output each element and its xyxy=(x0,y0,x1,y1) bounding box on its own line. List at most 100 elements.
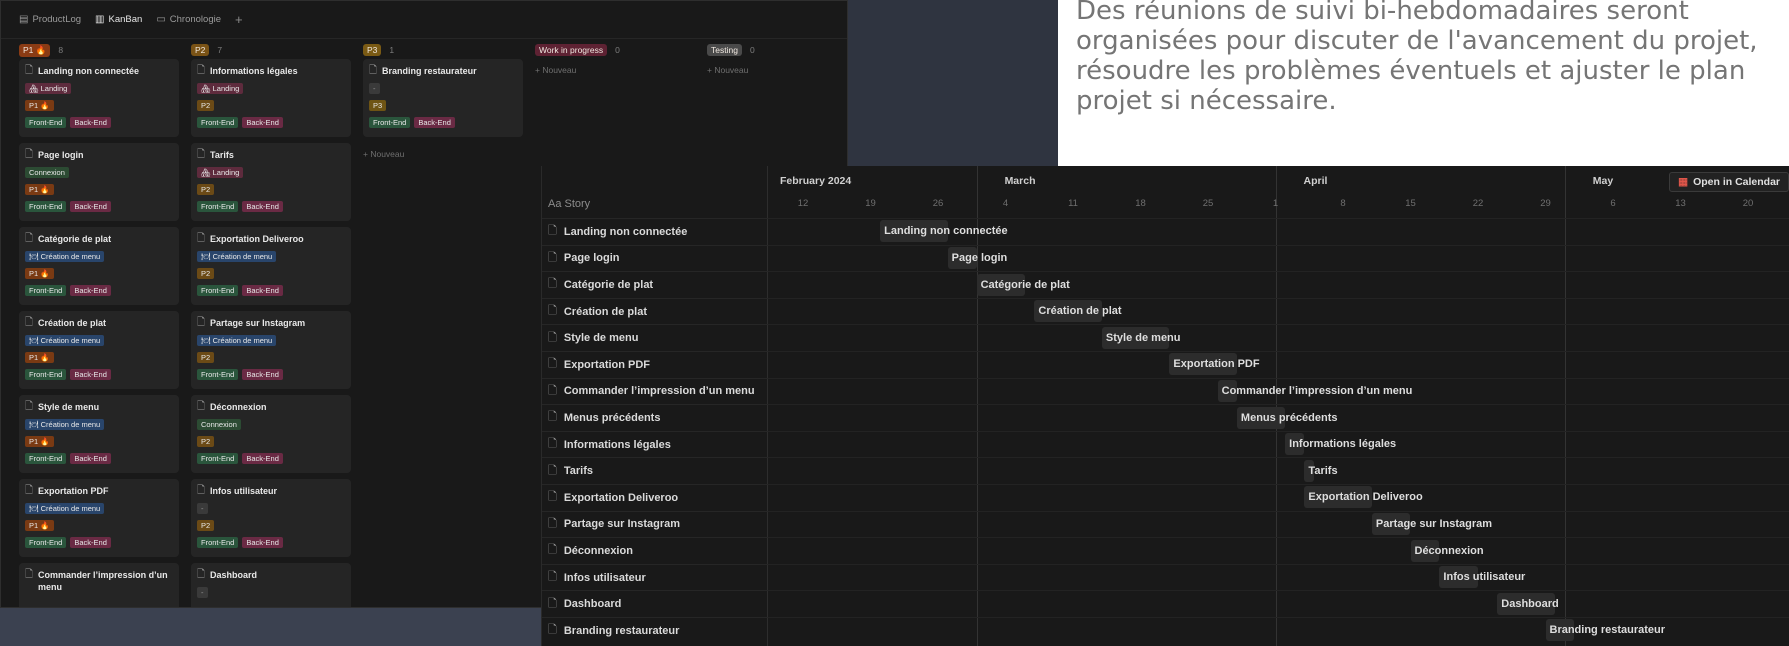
page-icon: 🗋 xyxy=(548,624,557,637)
frontend-tag: Front-End xyxy=(25,453,67,464)
card-title-row: 🗋 Style de menu xyxy=(25,401,173,413)
timeline-bar[interactable]: Déconnexion xyxy=(1410,539,1484,562)
priority-tag: P3 xyxy=(369,100,387,111)
story-row[interactable]: 🗋 Branding restaurateur xyxy=(542,617,768,644)
team-tags: Front-End Back-End xyxy=(197,453,345,464)
story-row[interactable]: 🗋 Landing non connectée xyxy=(542,218,768,245)
story-row[interactable]: 🗋 Dashboard xyxy=(542,590,768,617)
timeline-bar[interactable]: Catégorie de plat xyxy=(976,273,1070,296)
timeline-bar[interactable]: Partage sur Instagram xyxy=(1371,512,1492,535)
story-row[interactable]: 🗋 Catégorie de plat xyxy=(542,271,768,298)
backend-tag: Back-End xyxy=(242,201,283,212)
kanban-card[interactable]: 🗋 Informations légales 🏘 Landing P2 Front-En… xyxy=(191,59,351,137)
bar-label: Infos utilisateur xyxy=(1443,571,1526,584)
timeline-bar[interactable]: Création de plat xyxy=(1034,300,1122,323)
new-card-button[interactable]: + Nouveau xyxy=(707,65,847,75)
story-row[interactable]: 🗋 Style de menu xyxy=(542,324,768,351)
frontend-tag: Front-End xyxy=(369,117,411,128)
timeline-bar[interactable]: Style de menu xyxy=(1101,326,1181,349)
story-row[interactable]: 🗋 Menus précédents xyxy=(542,404,768,431)
story-row[interactable]: 🗋 Tarifs xyxy=(542,457,768,484)
category-tag: - xyxy=(369,83,380,94)
story-row[interactable]: 🗋 Commander l’impression d’un menu xyxy=(542,377,768,405)
new-card-button[interactable]: + Nouveau xyxy=(535,65,695,75)
row-divider xyxy=(768,563,1789,565)
timeline-bar[interactable]: Informations légales xyxy=(1285,433,1397,456)
category-tag: 🍽 Création de menu xyxy=(25,419,105,430)
story-row[interactable]: 🗋 Infos utilisateur xyxy=(542,563,768,591)
column-header[interactable]: Testing 0 xyxy=(707,39,847,61)
category-tag: Connexion xyxy=(25,167,69,178)
story-row[interactable]: 🗋 Page login xyxy=(542,244,768,272)
timeline-bar[interactable]: Tarifs xyxy=(1304,459,1338,482)
story-name: Commander l’impression d’un menu xyxy=(563,385,755,398)
kanban-card[interactable]: 🗋 Branding restaurateur - P3 Front-End Back-E… xyxy=(363,59,523,137)
card-title-row: 🗋 Page login xyxy=(25,149,173,161)
timeline-bar[interactable]: Exportation Deliveroo xyxy=(1304,486,1423,509)
bar-label: Déconnexion xyxy=(1414,544,1484,557)
story-row[interactable]: 🗋 Exportation Deliveroo xyxy=(542,484,768,511)
backend-tag: Back-End xyxy=(242,117,283,128)
category-tag: 🍽 Création de menu xyxy=(25,251,105,262)
story-row[interactable]: 🗋 Exportation PDF xyxy=(542,351,768,378)
tab-kanban[interactable]: ▥ KanBan xyxy=(95,14,142,25)
priority-tags: P2 xyxy=(197,436,345,447)
timeline-bar[interactable]: Branding restaurateur xyxy=(1545,619,1665,642)
column-header[interactable]: P3 1 xyxy=(363,39,523,61)
frontend-tag: Front-End xyxy=(197,201,239,212)
timeline-bar[interactable]: Menus précédents xyxy=(1236,406,1338,429)
kanban-card[interactable]: 🗋 Exportation PDF 🍽 Création de menu P1 🔥 Fr… xyxy=(19,479,179,557)
kanban-card[interactable]: 🗋 Exportation Deliveroo 🍽 Création de menu… xyxy=(191,227,351,305)
add-view-button[interactable]: + xyxy=(235,12,243,27)
week-tick: 12 xyxy=(797,198,809,209)
row-divider xyxy=(768,297,1789,299)
timeline-bar[interactable]: Commander l’impression d’un menu xyxy=(1217,379,1412,402)
kanban-card[interactable]: 🗋 Commander l’impression d’un menu xyxy=(19,563,179,607)
row-divider xyxy=(768,484,1789,485)
card-title: Déconnexion xyxy=(210,402,267,412)
priority-tags: P2 xyxy=(197,184,345,195)
kanban-card[interactable]: 🗋 Déconnexion Connexion P2 Front-End Back-End xyxy=(191,395,351,473)
column-header[interactable]: P2 7 xyxy=(191,39,351,61)
open-in-calendar-button[interactable]: ▦ Open in Calendar xyxy=(1669,172,1789,192)
bar-label: Informations légales xyxy=(1289,438,1397,451)
story-row[interactable]: 🗋 Création de plat xyxy=(542,297,768,325)
priority-tags: P1 🔥 xyxy=(25,100,173,111)
kanban-card[interactable]: 🗋 Catégorie de plat 🍽 Création de menu P1 🔥… xyxy=(19,227,179,305)
priority-tags: P1 🔥 xyxy=(25,268,173,279)
column-count: 8 xyxy=(58,45,64,55)
kanban-column: P2 7 🗋 Informations légales 🏘 Landing P2 Front… xyxy=(191,39,351,607)
column-header[interactable]: Work in progress 0 xyxy=(535,39,695,61)
story-row[interactable]: 🗋 Partage sur Instagram xyxy=(542,510,768,538)
timeline-bar[interactable]: Exportation PDF xyxy=(1169,353,1260,376)
week-tick: 13 xyxy=(1675,198,1686,209)
week-tick: 11 xyxy=(1068,198,1078,209)
category-tags: 🍽 Création de menu xyxy=(197,335,345,346)
story-name: Page login xyxy=(563,252,620,265)
timeline-bar[interactable]: Infos utilisateur xyxy=(1439,566,1526,589)
timeline-bar[interactable]: Page login xyxy=(947,246,1007,269)
card-title-row: 🗋 Branding restaurateur xyxy=(369,65,517,77)
kanban-card[interactable]: 🗋 Page login Connexion P1 🔥 Front-End Back-En… xyxy=(19,143,179,221)
priority-tags: P1 🔥 xyxy=(25,184,173,195)
page-icon: 🗋 xyxy=(25,317,34,328)
column-header[interactable]: P1 🔥 8 xyxy=(19,39,179,61)
kanban-card[interactable]: 🗋 Infos utilisateur - P2 Front-End Back-End xyxy=(191,479,351,557)
tab-productlog[interactable]: ▤ ProductLog xyxy=(19,14,81,25)
kanban-card[interactable]: 🗋 Style de menu 🍽 Création de menu P1 🔥 Fron… xyxy=(19,395,179,473)
timeline-bar[interactable]: Landing non connectée xyxy=(880,220,1008,243)
story-row[interactable]: 🗋 Informations légales xyxy=(542,430,768,458)
kanban-card[interactable]: 🗋 Landing non connectée 🏘 Landing P1 🔥 Front… xyxy=(19,59,179,137)
new-card-button[interactable]: + Nouveau xyxy=(363,149,404,159)
kanban-card[interactable]: 🗋 Tarifs 🏘 Landing P2 Front-End Back-End xyxy=(191,143,351,221)
card-title-row: 🗋 Landing non connectée xyxy=(25,65,173,77)
kanban-card[interactable]: 🗋 Dashboard - xyxy=(191,563,351,607)
tab-chronologie[interactable]: ▭ Chronologie xyxy=(156,14,221,25)
timeline-bar[interactable]: Dashboard xyxy=(1497,592,1559,615)
kanban-card[interactable]: 🗋 Partage sur Instagram 🍽 Création de menu… xyxy=(191,311,351,389)
kanban-card[interactable]: 🗋 Création de plat 🍽 Création de menu P1 🔥 F… xyxy=(19,311,179,389)
priority-tag: P1 🔥 xyxy=(25,436,54,447)
priority-tags: P2 xyxy=(197,100,345,111)
page-icon: 🗋 xyxy=(25,65,34,76)
story-row[interactable]: 🗋 Déconnexion xyxy=(542,537,768,564)
